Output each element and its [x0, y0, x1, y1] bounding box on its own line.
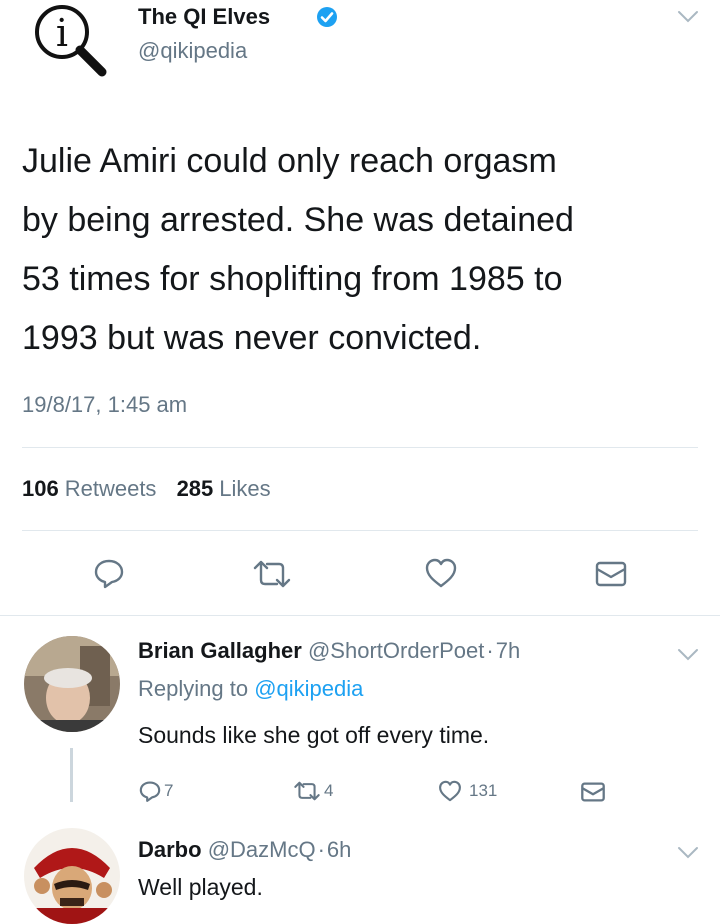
author-avatar[interactable]: i — [22, 2, 118, 78]
reply-avatar[interactable] — [24, 828, 120, 924]
likes-stat[interactable]: 285 Likes — [177, 476, 271, 502]
divider — [0, 615, 720, 616]
reply-text: Well played. — [138, 874, 263, 900]
retweets-label: Retweets — [64, 476, 157, 501]
heart-icon[interactable] — [423, 556, 459, 590]
reply-retweet-button[interactable]: 4 — [292, 780, 333, 802]
author-name[interactable]: The QI Elves — [138, 4, 270, 30]
avatar-letter: i — [56, 11, 68, 55]
reply-author-handle[interactable]: @DazMcQ — [208, 837, 316, 862]
reply-count: 7 — [164, 781, 174, 800]
retweets-count: 106 — [22, 476, 59, 501]
replying-to-handle[interactable]: @qikipedia — [254, 676, 363, 701]
replying-to-label: Replying to — [138, 676, 249, 701]
retweet-count: 4 — [324, 781, 334, 800]
reply-icon[interactable] — [92, 556, 126, 590]
tweet-text: Julie Amiri could only reach orgasm by b… — [22, 132, 574, 368]
direct-message-icon[interactable] — [580, 781, 606, 803]
reply-time[interactable]: 7h — [496, 638, 520, 663]
retweets-stat[interactable]: 106 Retweets — [22, 476, 156, 502]
chevron-down-icon[interactable] — [676, 8, 700, 26]
chevron-down-icon[interactable] — [676, 844, 700, 862]
likes-label: Likes — [219, 476, 271, 501]
tweet-text-line: 1993 but was never convicted. — [22, 319, 482, 357]
divider — [22, 447, 698, 448]
retweet-icon[interactable] — [251, 558, 293, 590]
reply-header: Brian Gallagher @ShortOrderPoet·7h — [138, 638, 520, 664]
replying-to: Replying to @qikipedia — [138, 676, 363, 702]
author-handle[interactable]: @qikipedia — [138, 38, 247, 64]
reply-reply-button[interactable]: 7 — [138, 779, 173, 803]
reply-text: Sounds like she got off every time. — [138, 722, 490, 748]
tweet-stats: 106 Retweets 285 Likes — [22, 476, 271, 502]
thread-line — [70, 748, 73, 802]
verified-badge-icon — [316, 6, 338, 28]
tweet-timestamp[interactable]: 19/8/17, 1:45 am — [22, 392, 187, 418]
retweet-icon — [292, 780, 322, 802]
reply-author-name[interactable]: Darbo — [138, 837, 202, 862]
tweet-text-line: Julie Amiri could only reach orgasm — [22, 142, 557, 180]
reply-time[interactable]: 6h — [327, 837, 351, 862]
heart-icon — [437, 779, 463, 803]
tweet-text-line: 53 times for shoplifting from 1985 to — [22, 260, 563, 298]
reply-avatar[interactable] — [24, 636, 120, 732]
reply-separator: · — [486, 638, 494, 663]
reply-separator: · — [317, 837, 325, 862]
direct-message-icon[interactable] — [594, 560, 628, 588]
divider — [22, 530, 698, 531]
reply-icon — [138, 779, 162, 803]
like-count: 131 — [469, 781, 498, 800]
reply-author-handle[interactable]: @ShortOrderPoet — [308, 638, 484, 663]
tweet-text-line: by being arrested. She was detained — [22, 201, 574, 239]
likes-count: 285 — [176, 476, 214, 501]
chevron-down-icon[interactable] — [676, 646, 700, 664]
reply-author-name[interactable]: Brian Gallagher — [138, 638, 302, 663]
reply-like-button[interactable]: 131 — [437, 779, 497, 803]
reply-header: Darbo @DazMcQ·6h — [138, 837, 351, 863]
